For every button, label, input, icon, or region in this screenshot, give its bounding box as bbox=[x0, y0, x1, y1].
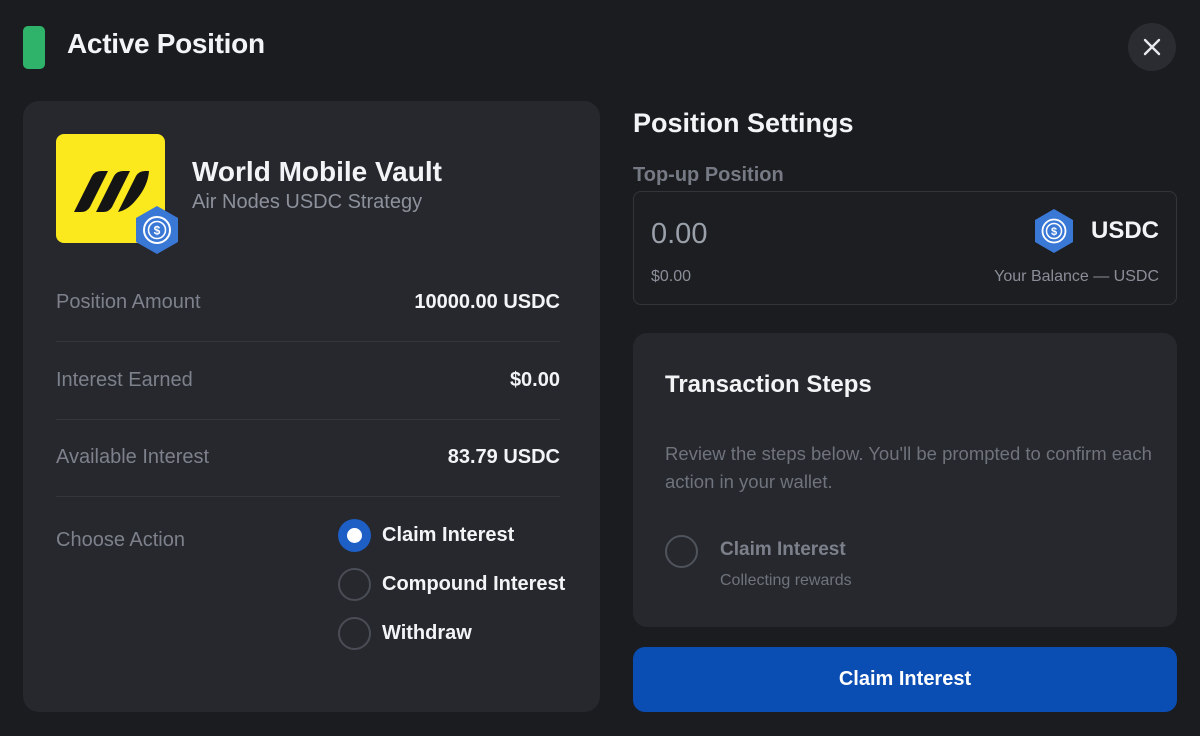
topup-input-box: $ USDC $0.00 Your Balance — USDC bbox=[633, 191, 1177, 305]
radio-label: Withdraw bbox=[382, 622, 472, 644]
transaction-steps-title: Transaction Steps bbox=[665, 371, 872, 398]
usdc-icon: $ bbox=[1034, 209, 1073, 253]
page-title: Active Position bbox=[67, 28, 265, 59]
radio-compound-interest[interactable]: Compound Interest bbox=[338, 568, 565, 601]
radio-button[interactable] bbox=[338, 568, 371, 601]
position-card: $ World Mobile Vault Air Nodes USDC Stra… bbox=[23, 101, 600, 712]
stat-label: Interest Earned bbox=[56, 369, 193, 391]
step-subtitle: Collecting rewards bbox=[720, 572, 852, 589]
stat-value: 10000.00 USDC bbox=[414, 291, 560, 313]
radio-button-selected[interactable] bbox=[338, 519, 371, 552]
transaction-steps-description: Review the steps below. You'll be prompt… bbox=[665, 443, 1152, 492]
usd-value: $0.00 bbox=[651, 268, 692, 285]
transaction-steps-card: Transaction Steps Review the steps below… bbox=[633, 333, 1177, 627]
usdc-icon: $ bbox=[136, 206, 178, 254]
token-selector[interactable]: $ USDC bbox=[1033, 208, 1159, 254]
usdc-badge: $ bbox=[133, 204, 181, 256]
stat-row-interest-earned: Interest Earned $0.00 bbox=[56, 342, 560, 420]
step-name: Claim Interest bbox=[720, 539, 846, 560]
position-settings-title: Position Settings bbox=[633, 108, 854, 138]
stat-row-position-amount: Position Amount 10000.00 USDC bbox=[56, 264, 560, 342]
topup-position-label: Top-up Position bbox=[633, 164, 784, 186]
claim-interest-button[interactable]: Claim Interest bbox=[633, 647, 1177, 712]
vault-strategy: Air Nodes USDC Strategy bbox=[192, 191, 423, 213]
topup-amount-input[interactable] bbox=[651, 214, 951, 254]
header-accent-bar bbox=[23, 26, 45, 69]
stat-label: Available Interest bbox=[56, 446, 210, 468]
radio-dot bbox=[347, 528, 362, 543]
stat-label: Position Amount bbox=[56, 291, 201, 313]
svg-text:$: $ bbox=[154, 224, 161, 238]
radio-claim-interest[interactable]: Claim Interest bbox=[338, 519, 514, 552]
vault-name: World Mobile Vault bbox=[192, 156, 442, 187]
stat-row-available-interest: Available Interest 83.79 USDC bbox=[56, 419, 560, 497]
close-icon bbox=[1143, 38, 1161, 56]
choose-action-label: Choose Action bbox=[56, 529, 185, 551]
token-name: USDC bbox=[1090, 217, 1159, 244]
radio-withdraw[interactable]: Withdraw bbox=[338, 617, 472, 650]
radio-button[interactable] bbox=[338, 617, 371, 650]
svg-text:$: $ bbox=[1051, 226, 1057, 238]
wallet-balance: Your Balance — USDC bbox=[994, 268, 1159, 285]
radio-label: Claim Interest bbox=[382, 524, 515, 546]
step-status-icon bbox=[665, 535, 698, 568]
close-button[interactable] bbox=[1128, 23, 1176, 71]
stat-value: 83.79 USDC bbox=[447, 446, 560, 468]
radio-label: Compound Interest bbox=[382, 573, 566, 595]
stat-value: $0.00 bbox=[509, 369, 560, 391]
